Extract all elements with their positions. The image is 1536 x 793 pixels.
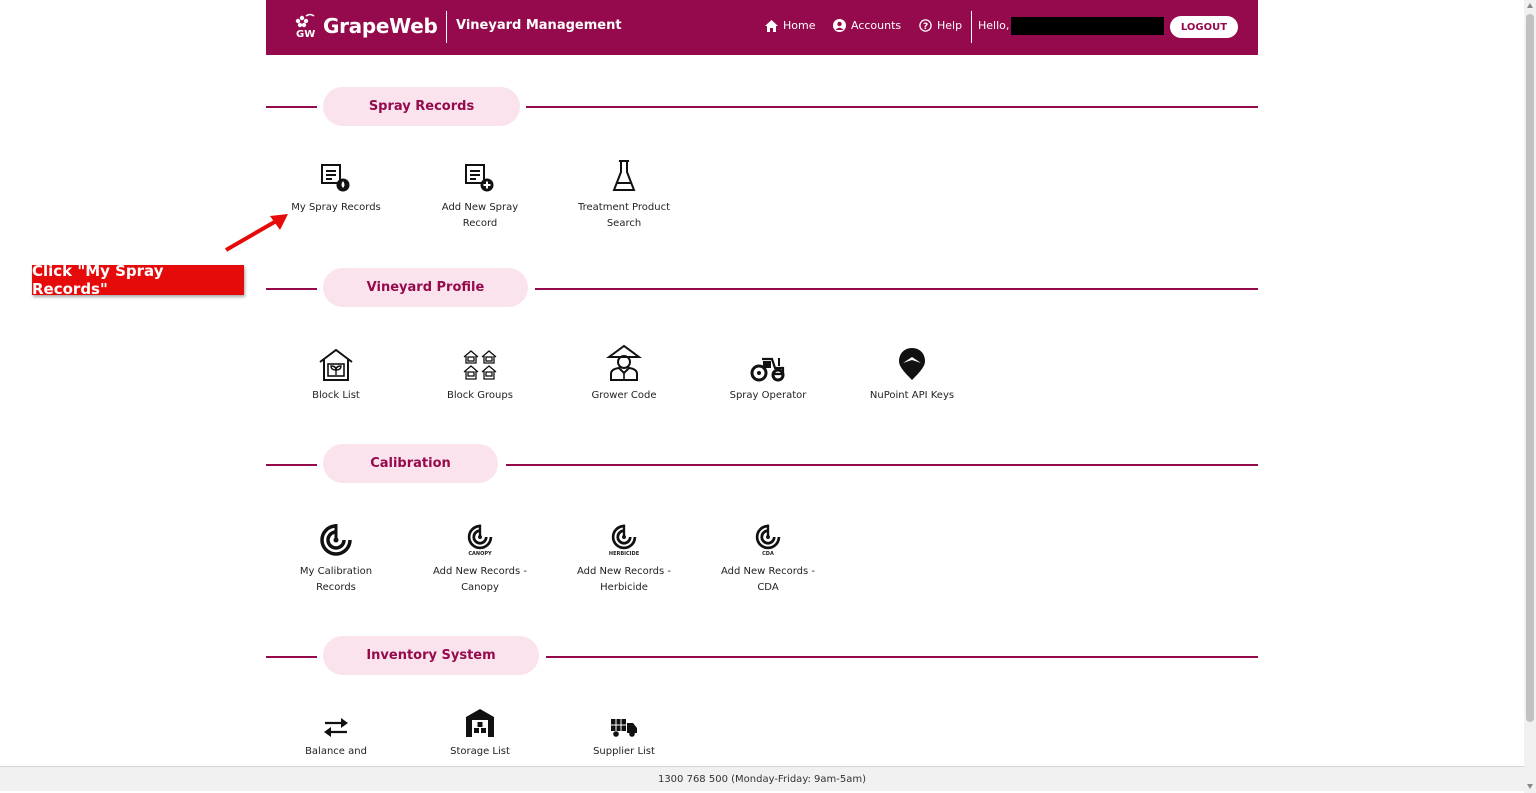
tile-supplier-list[interactable]: Supplier List	[559, 708, 689, 760]
tile-block-groups[interactable]: Block Groups	[415, 346, 545, 404]
section-divider	[546, 656, 1258, 658]
section-divider	[526, 106, 1258, 108]
svg-text:?: ?	[923, 22, 928, 32]
scrollbar-thumb[interactable]	[1526, 14, 1534, 722]
instruction-callout: Click "My Spray Records"	[32, 262, 244, 298]
svg-text:GW: GW	[296, 29, 315, 39]
tile-label: Add New Records - Canopy	[432, 566, 528, 593]
tractor-icon	[750, 357, 785, 382]
section-divider	[266, 464, 317, 466]
tile-spray-operator[interactable]: Spray Operator	[703, 346, 833, 404]
target-gauge-icon	[755, 524, 781, 549]
scroll-down-icon[interactable]	[1527, 784, 1533, 789]
tile-storage-list[interactable]: Storage List	[415, 708, 545, 760]
section-divider	[266, 106, 317, 108]
tile-label: Block List	[312, 390, 360, 401]
target-gauge-icon	[611, 524, 637, 549]
tile-grower-code[interactable]: Grower Code	[559, 344, 689, 404]
swap-arrows-icon	[324, 718, 348, 737]
nav-help-label: Help	[937, 19, 963, 32]
section-divider	[266, 288, 317, 290]
tile-label: Grower Code	[591, 390, 657, 401]
tile-label: Balance and	[305, 746, 367, 757]
nav-home-label: Home	[783, 19, 816, 32]
tile-balance[interactable]: Balance and	[271, 708, 401, 760]
greenhouse-group-icon	[463, 350, 497, 380]
nav-accounts-label: Accounts	[851, 19, 902, 32]
footer-contact: 1300 768 500 (Monday-Friday: 9am-5am)	[657, 773, 867, 785]
tile-label: Add New Records - Herbicide	[576, 566, 672, 593]
logo[interactable]: GW GrapeWeb	[292, 13, 438, 39]
tile-block-list[interactable]: Block List	[271, 346, 401, 404]
vertical-scrollbar[interactable]	[1524, 0, 1536, 793]
document-add-icon	[465, 164, 494, 192]
footer-bar: 1300 768 500 (Monday-Friday: 9am-5am)	[0, 766, 1524, 791]
logout-button[interactable]: LOGOUT	[1170, 16, 1238, 38]
tile-label: My Calibration Records	[299, 566, 373, 593]
tile-add-new-records-herbicide[interactable]: HERBICIDE Add New Records - Herbicide	[559, 522, 689, 596]
icon-caption: CDA	[762, 550, 774, 557]
section-title-inventory-system: Inventory System	[323, 636, 539, 675]
target-gauge-icon	[320, 524, 352, 556]
app-title: Vineyard Management	[456, 18, 622, 33]
tile-label: NuPoint API Keys	[869, 390, 955, 401]
tile-label: Supplier List	[593, 746, 655, 757]
nav-accounts[interactable]: Accounts	[833, 19, 901, 32]
tile-label: Add New Spray Record	[441, 202, 519, 229]
map-pin-icon	[899, 348, 925, 380]
section-title-spray-records: Spray Records	[323, 87, 520, 126]
icon-caption: CANOPY	[468, 550, 492, 557]
tile-treatment-product-search[interactable]: Treatment Product Search	[559, 158, 689, 232]
user-circle-icon	[833, 19, 846, 32]
nav-home[interactable]: Home	[765, 19, 815, 32]
section-divider	[266, 656, 317, 658]
warehouse-icon	[466, 709, 494, 737]
tile-label: Storage List	[450, 746, 510, 757]
section-divider	[535, 288, 1258, 290]
arrow-icon	[225, 214, 288, 252]
grape-logo-icon: GW	[295, 13, 315, 39]
delivery-truck-icon	[611, 719, 637, 737]
tile-label: Add New Records - CDA	[720, 566, 816, 593]
section-title-vineyard-profile: Vineyard Profile	[323, 268, 528, 307]
tile-label: Block Groups	[447, 390, 513, 401]
tile-my-spray-records[interactable]: My Spray Records	[271, 158, 401, 216]
tile-my-calibration-records[interactable]: My Calibration Records	[271, 522, 401, 596]
home-icon	[765, 19, 778, 32]
help-icon: ?	[919, 19, 932, 32]
tile-add-new-records-cda[interactable]: CDA Add New Records - CDA	[703, 522, 833, 596]
redacted-username	[1011, 17, 1164, 35]
tile-add-new-records-canopy[interactable]: CANOPY Add New Records - Canopy	[415, 522, 545, 596]
greenhouse-icon	[319, 348, 353, 381]
tile-label: Treatment Product Search	[577, 202, 671, 229]
top-header: GW GrapeWeb Vineyard Management Home Acc…	[266, 0, 1258, 55]
target-gauge-icon	[467, 524, 493, 549]
flask-icon	[612, 160, 636, 191]
nav-help[interactable]: ? Help	[919, 19, 962, 32]
tile-label: Spray Operator	[729, 390, 807, 401]
header-divider	[446, 11, 447, 43]
nav-divider	[971, 11, 972, 43]
section-divider	[506, 464, 1258, 466]
tile-add-new-spray-record[interactable]: Add New Spray Record	[415, 158, 545, 232]
icon-caption: HERBICIDE	[608, 550, 640, 557]
farmer-icon	[606, 344, 642, 381]
tile-nupoint-api-keys[interactable]: NuPoint API Keys	[847, 346, 977, 404]
scroll-up-icon[interactable]	[1527, 3, 1533, 8]
brand-name: GrapeWeb	[323, 14, 438, 38]
section-title-calibration: Calibration	[323, 444, 498, 483]
document-spray-icon	[321, 164, 350, 192]
